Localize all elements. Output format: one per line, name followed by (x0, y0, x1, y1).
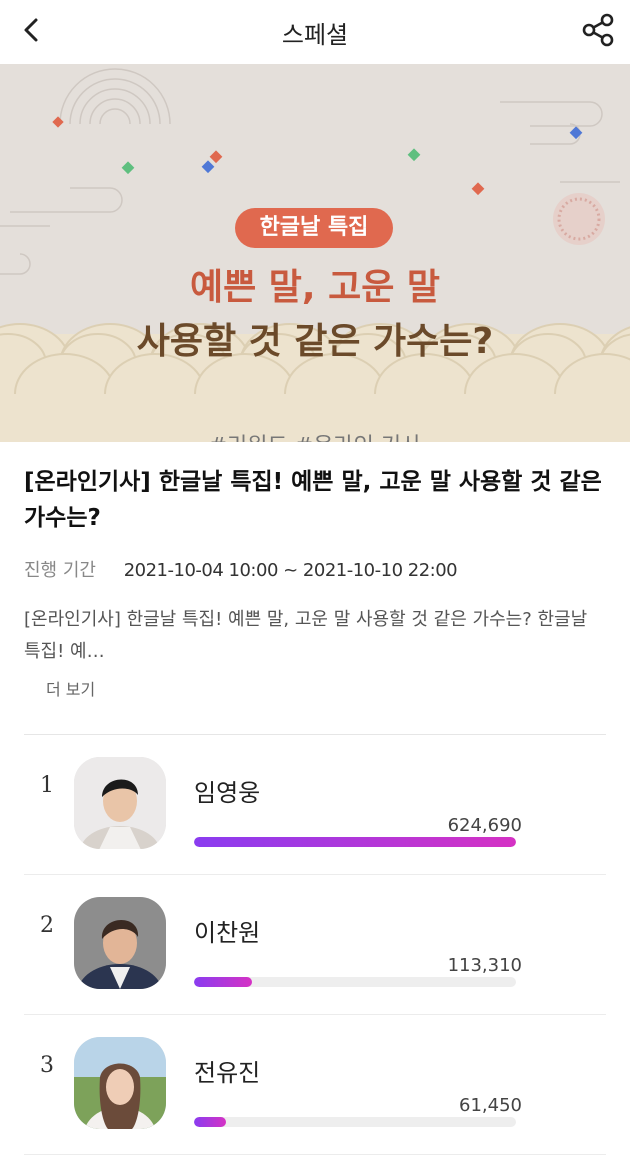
vote-bar (194, 977, 516, 987)
more-button[interactable]: 더 보기 (46, 676, 606, 700)
event-period: 진행 기간 2021-10-04 10:00 ~ 2021-10-10 22:0… (24, 556, 606, 582)
vote-bar (194, 1117, 516, 1127)
vote-count: 624,690 (447, 815, 522, 836)
banner-headline-line2: 사용할 것 같은 가수는? (136, 321, 494, 362)
share-icon (582, 13, 614, 47)
rank-number: 1 (40, 773, 54, 798)
banner-tags: #리워드 #온라인 기사 (0, 428, 630, 442)
article-title: [온라인기사] 한글날 특집! 예쁜 말, 고운 말 사용할 것 같은 가수는? (24, 469, 602, 531)
singer-name: 전유진 (194, 1059, 261, 1087)
singer-name: 이찬원 (194, 919, 261, 947)
avatar (74, 897, 166, 989)
share-button[interactable] (580, 12, 616, 48)
ranking-list: 1 임영웅 624,690 2 이찬원 113,310 3 전유진 61,450 (0, 735, 630, 1155)
banner-pattern-art (0, 68, 630, 442)
avatar (74, 757, 166, 849)
event-banner[interactable]: 한글날 특집 예쁜 말, 고운 말 사용할 것 같은 가수는? #리워드 #온라… (0, 64, 630, 442)
rank-number: 3 (40, 1053, 54, 1078)
ranking-item[interactable]: 3 전유진 61,450 (24, 1015, 606, 1155)
person-photo (74, 757, 166, 849)
article-description: [온라인기사] 한글날 특집! 예쁜 말, 고운 말 사용할 것 같은 가수는?… (24, 609, 588, 662)
event-badge: 한글날 특집 (235, 208, 393, 248)
person-photo (74, 1037, 166, 1129)
vote-count: 113,310 (447, 955, 522, 976)
period-label: 진행 기간 (24, 560, 96, 581)
vote-bar (194, 837, 516, 847)
singer-name: 임영웅 (194, 779, 261, 807)
ranking-item[interactable]: 1 임영웅 624,690 (24, 735, 606, 875)
page-title: 스페셜 (281, 21, 349, 49)
person-photo (74, 897, 166, 989)
vote-count: 61,450 (459, 1095, 522, 1116)
vote-bar-fill (194, 837, 516, 847)
banner-headline-line1: 예쁜 말, 고운 말 (190, 267, 440, 308)
top-bar: 스페셜 (0, 0, 630, 64)
rank-number: 2 (40, 913, 54, 938)
vote-bar-fill (194, 1117, 227, 1127)
vote-bar-fill (194, 977, 252, 987)
article-info: [온라인기사] 한글날 특집! 예쁜 말, 고운 말 사용할 것 같은 가수는?… (0, 464, 630, 700)
ranking-item[interactable]: 2 이찬원 113,310 (24, 875, 606, 1015)
avatar (74, 1037, 166, 1129)
period-value: 2021-10-04 10:00 ~ 2021-10-10 22:00 (123, 560, 458, 581)
